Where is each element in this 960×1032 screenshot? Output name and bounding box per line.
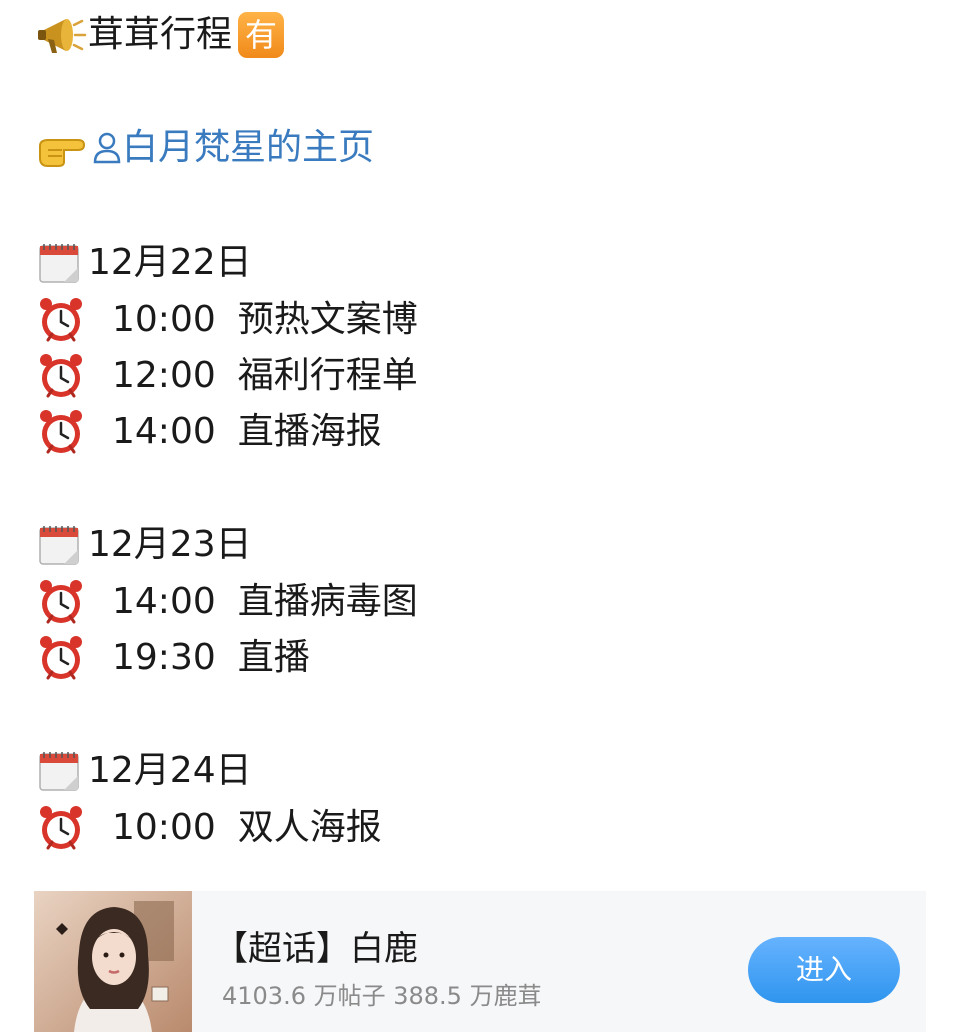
alarm-clock-icon: [36, 296, 86, 344]
super-topic-card[interactable]: 【超话】白鹿 4103.6 万帖子 388.5 万鹿茸 进入: [34, 891, 926, 1032]
schedule-item: 10:00 双人海报: [36, 804, 382, 852]
event-time: 14:00: [112, 411, 216, 452]
event-time: 19:30: [112, 637, 216, 678]
profile-link-text[interactable]: 白月梵星的主页: [122, 126, 374, 170]
schedule-item: 14:00 直播海报: [36, 408, 382, 456]
pointing-right-hand-icon: [36, 126, 88, 170]
event-text: 直播: [237, 637, 310, 678]
alarm-clock-icon: [36, 634, 86, 682]
megaphone-icon: [36, 13, 88, 57]
event-text: 直播病毒图: [237, 581, 418, 622]
event-text: 福利行程单: [237, 355, 418, 396]
date-label: 12月22日: [88, 242, 252, 283]
topic-avatar: [34, 891, 192, 1032]
alarm-clock-icon: [36, 352, 86, 400]
event-time: 12:00: [112, 355, 216, 396]
schedule-item: 12:00 福利行程单: [36, 352, 418, 400]
alarm-clock-icon: [36, 578, 86, 626]
profile-link-row[interactable]: 白月梵星的主页: [36, 126, 374, 170]
date-label: 12月23日: [88, 524, 252, 565]
post-title-row: 茸茸行程 有: [36, 12, 285, 58]
topic-title[interactable]: 【超话】白鹿: [214, 927, 418, 971]
alarm-clock-icon: [36, 804, 86, 852]
calendar-icon: [36, 748, 82, 794]
event-text: 直播海报: [237, 411, 382, 452]
calendar-icon: [36, 522, 82, 568]
date-row: 12月24日: [36, 748, 252, 794]
schedule-item: 14:00 直播病毒图: [36, 578, 418, 626]
date-row: 12月22日: [36, 240, 252, 286]
you-badge: 有: [238, 12, 285, 58]
schedule-item: 19:30 直播: [36, 634, 310, 682]
topic-stats: 4103.6 万帖子 388.5 万鹿茸: [222, 982, 542, 1010]
event-time: 10:00: [112, 299, 216, 340]
enter-button[interactable]: 进入: [748, 937, 900, 1003]
date-row: 12月23日: [36, 522, 252, 568]
alarm-clock-icon: [36, 408, 86, 456]
event-text: 预热文案博: [237, 299, 418, 340]
event-text: 双人海报: [237, 807, 382, 848]
date-label: 12月24日: [88, 750, 252, 791]
calendar-icon: [36, 240, 82, 286]
schedule-item: 10:00 预热文案博: [36, 296, 418, 344]
person-icon: [92, 130, 122, 166]
post-title: 茸茸行程: [88, 14, 233, 55]
event-time: 14:00: [112, 581, 216, 622]
event-time: 10:00: [112, 807, 216, 848]
